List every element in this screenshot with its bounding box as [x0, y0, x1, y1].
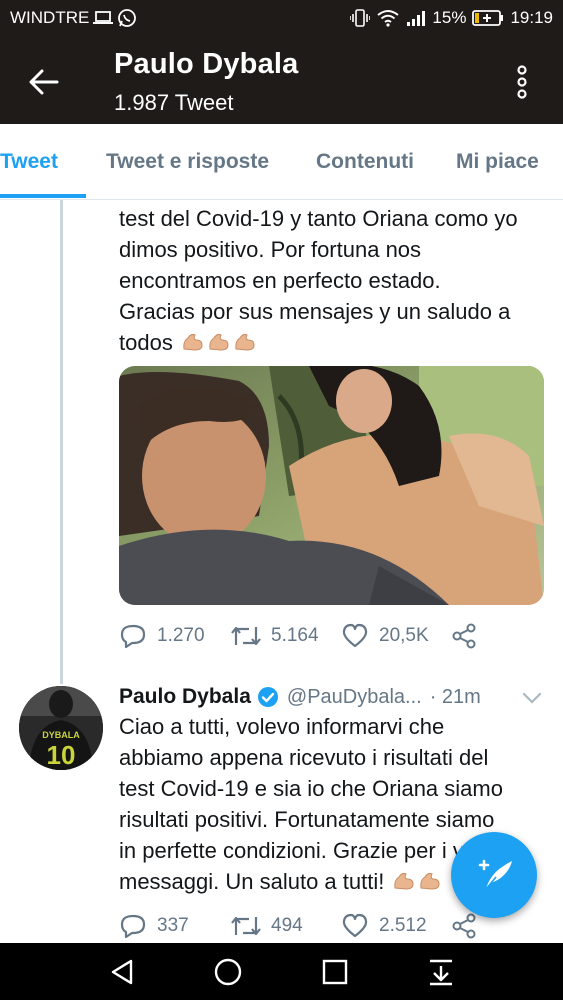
- tab-tweet[interactable]: Tweet: [0, 150, 58, 174]
- nav-home-button[interactable]: [208, 953, 248, 991]
- tweet-line-text: todos: [119, 330, 173, 355]
- system-navigation-bar: [0, 943, 563, 1000]
- reply-button[interactable]: 1.270: [119, 623, 205, 649]
- reply-count: 1.270: [157, 625, 205, 646]
- nav-recents-button[interactable]: [315, 953, 355, 991]
- profile-title: Paulo Dybala: [114, 48, 299, 80]
- tweet-line: test del Covid-19 y tanto Oriana como yo: [119, 206, 518, 231]
- nav-back-button[interactable]: [102, 953, 142, 991]
- profile-tabs: Tweet Tweet e risposte Contenuti Mi piac…: [0, 124, 563, 200]
- clock: 19:19: [510, 8, 553, 27]
- arrow-left-icon: [29, 69, 59, 95]
- flexed-biceps-emoji: [179, 330, 257, 355]
- notification-pull-icon: [430, 959, 452, 986]
- tweet-line: abbiamo appena ricevuto i risultati del: [119, 745, 489, 770]
- tweet-actions: 337 494 2.512: [119, 911, 519, 941]
- back-button[interactable]: [22, 60, 66, 104]
- share-icon: [452, 623, 476, 649]
- retweet-button[interactable]: 5.164: [231, 623, 319, 649]
- avatar-jersey-name: DYBALA: [42, 730, 80, 740]
- flexed-biceps-emoji: [390, 869, 442, 894]
- retweet-icon: [231, 916, 261, 936]
- whatsapp-icon: [117, 8, 137, 28]
- app-bar: Paulo Dybala 1.987 Tweet: [0, 36, 563, 124]
- back-triangle-icon: [111, 959, 133, 985]
- thread-connector: [60, 200, 63, 684]
- laptop-icon: [93, 10, 114, 26]
- tweet-line: todos: [119, 327, 549, 358]
- carrier-label: WINDTRE: [10, 8, 90, 27]
- retweet-button[interactable]: 494: [231, 913, 303, 939]
- chevron-down-icon: [522, 692, 542, 704]
- like-count: 2.512: [379, 915, 427, 936]
- like-button[interactable]: 2.512: [341, 913, 427, 939]
- tab-tweet-e-risposte[interactable]: Tweet e risposte: [106, 150, 269, 174]
- battery-icon: [472, 9, 504, 27]
- tweet-line: Gracias por sus mensajes y un saludo a: [119, 299, 511, 324]
- retweet-icon: [231, 626, 261, 646]
- tweet-text: test del Covid-19 y tanto Oriana como yo…: [119, 203, 549, 358]
- tweet-line: risultati positivi. Fortunatamente siamo: [119, 807, 495, 832]
- reply-icon: [120, 914, 146, 939]
- like-count: 20,5K: [379, 625, 429, 646]
- reply-button[interactable]: 337: [119, 913, 189, 939]
- author-name[interactable]: Paulo Dybala: [119, 685, 251, 709]
- tweet-line: Ciao a tutti, volevo informarvi che: [119, 714, 445, 739]
- compose-feather-icon: [478, 859, 512, 890]
- home-circle-icon: [214, 958, 242, 986]
- retweet-count: 494: [271, 915, 303, 936]
- avatar[interactable]: DYBALA 10: [19, 686, 103, 770]
- tweet-menu-button[interactable]: [520, 686, 544, 710]
- vibrate-icon: [350, 9, 371, 27]
- heart-icon: [342, 913, 368, 938]
- tweet-line: dimos positivo. Por fortuna nos: [119, 237, 422, 262]
- author-handle: @PauDybala...: [286, 685, 422, 708]
- tweet-count: 1.987 Tweet: [114, 90, 234, 115]
- tweet-actions: 1.270 5.164 20,5K: [119, 621, 519, 651]
- share-icon: [452, 913, 476, 939]
- tweet-photo[interactable]: [119, 366, 544, 605]
- share-button[interactable]: [451, 623, 477, 649]
- tab-mi-piace[interactable]: Mi piace: [456, 150, 539, 174]
- tab-contenuti[interactable]: Contenuti: [316, 150, 414, 174]
- tweet-timestamp: · 21m: [429, 685, 481, 708]
- tweet-header: Paulo Dybala @PauDybala... · 21m: [119, 682, 549, 712]
- wifi-icon: [376, 9, 400, 27]
- tweet-line: encontramos en perfecto estado.: [119, 268, 441, 293]
- share-button[interactable]: [451, 913, 477, 939]
- nav-notifications-button[interactable]: [421, 953, 461, 991]
- more-options-button[interactable]: [506, 62, 538, 102]
- status-bar: WINDTRE 15% 19:19: [0, 0, 563, 36]
- heart-icon: [342, 623, 368, 648]
- like-button[interactable]: 20,5K: [341, 623, 429, 649]
- verified-badge-icon: [257, 686, 279, 708]
- tweet-line: test Covid-19 e sia io che Oriana siamo: [119, 776, 503, 801]
- compose-tweet-button[interactable]: [451, 832, 537, 918]
- avatar-jersey-number: 10: [47, 740, 76, 770]
- recents-square-icon: [322, 959, 348, 985]
- reply-icon: [120, 624, 146, 649]
- more-vertical-icon: [517, 65, 527, 99]
- tweet-line-text: messaggi. Un saluto a tutti!: [119, 869, 385, 894]
- signal-icon: [406, 9, 426, 27]
- retweet-count: 5.164: [271, 625, 319, 646]
- battery-percent: 15%: [432, 8, 467, 27]
- reply-count: 337: [157, 915, 189, 936]
- active-tab-indicator: [0, 194, 86, 198]
